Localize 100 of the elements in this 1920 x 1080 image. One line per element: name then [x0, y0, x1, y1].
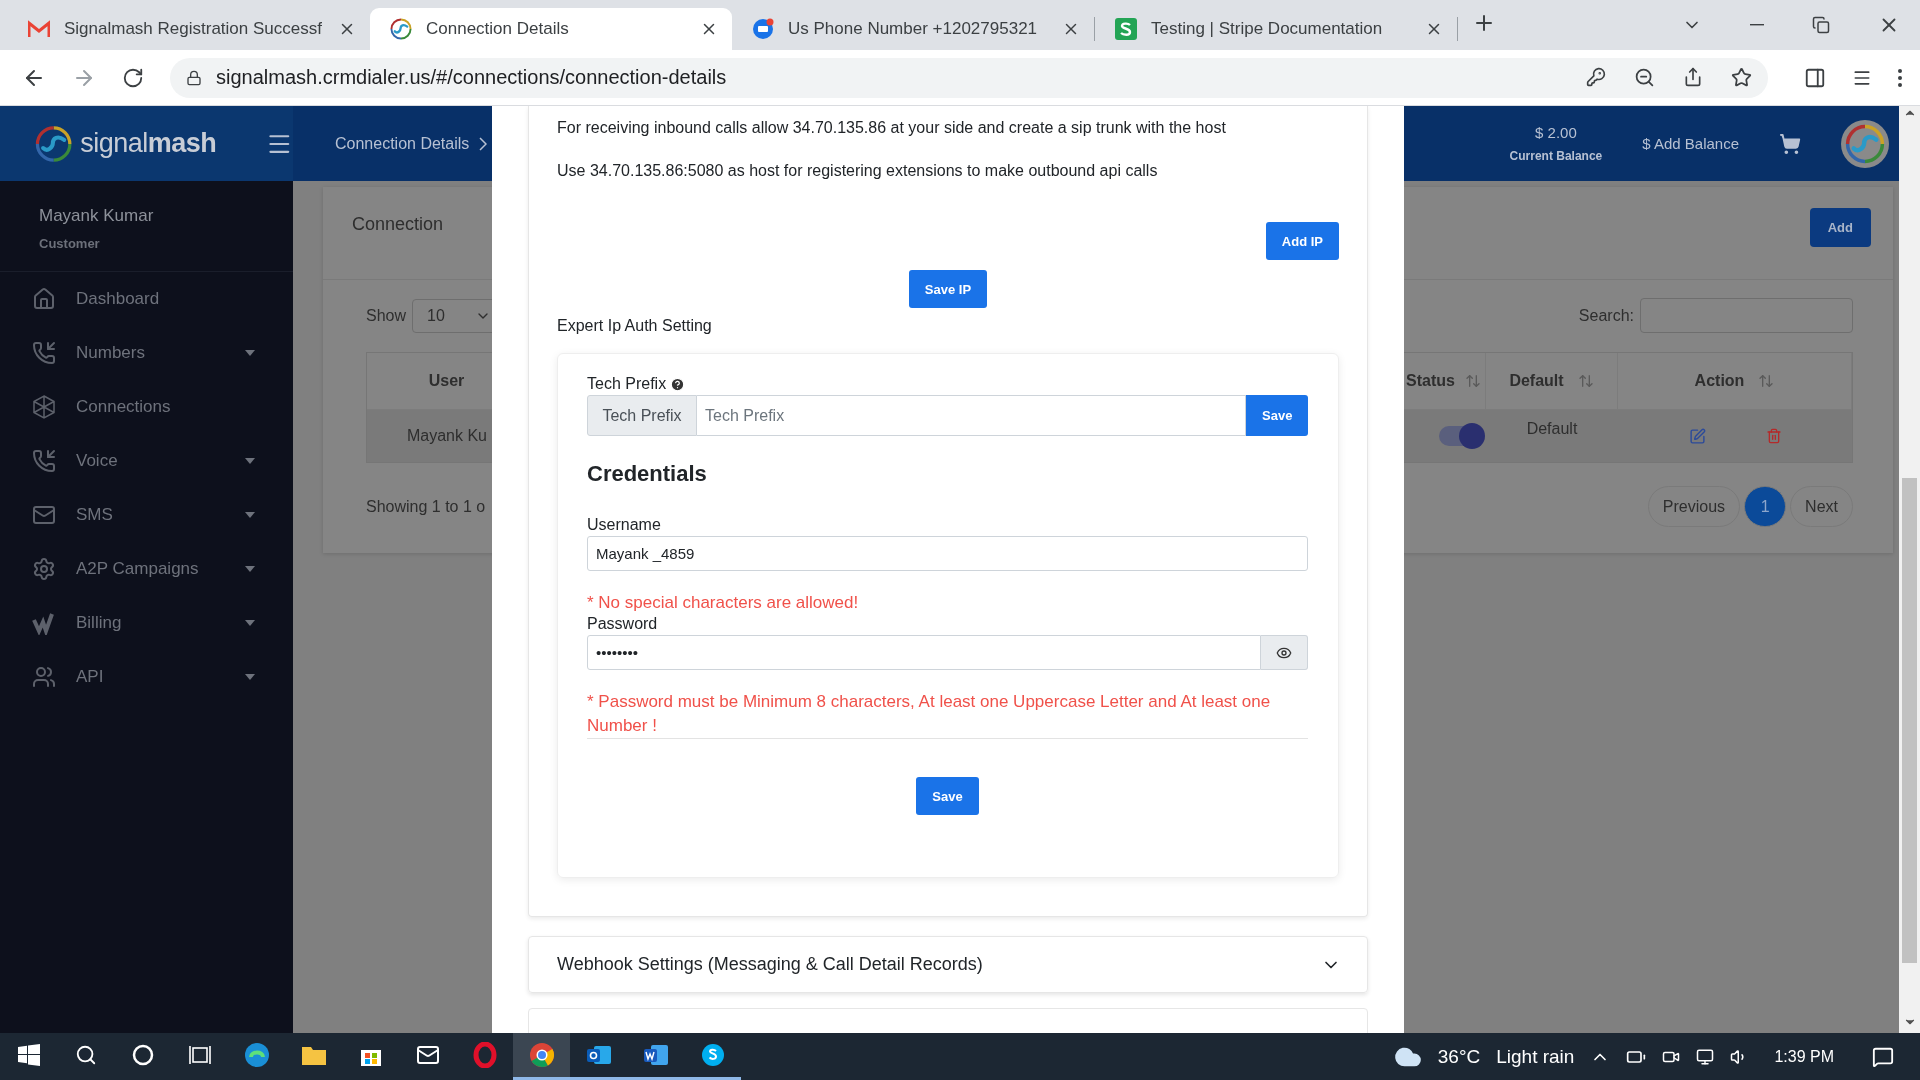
weather-text: Light rain — [1496, 1045, 1575, 1068]
sort-icon — [1465, 373, 1481, 389]
field-label: Username — [587, 516, 662, 534]
field-label: Tech Prefix — [587, 375, 667, 393]
error-text: * No special characters are allowed! — [587, 592, 860, 614]
user-role: Customer — [39, 236, 101, 251]
save-ip-button[interactable]: Save IP — [908, 270, 988, 308]
username-field[interactable]: Mayank _4859 — [587, 536, 1308, 571]
error-text: * Password must be Minimum 8 characters, At least one Uppercase Letter and At least one Number ! — [587, 690, 1308, 739]
sidebar-item[interactable]: Voice — [0, 434, 293, 488]
lock-icon — [186, 69, 202, 86]
reload-icon — [122, 66, 144, 89]
browser-tab[interactable]: Us Phone Number +1202795321 — [732, 8, 1094, 50]
address-field[interactable]: signalmash.crmdialer.us/#/connections/connection-details — [170, 57, 1768, 98]
accordion-header[interactable]: Webhook Settings (Messaging & Call Detail Records) — [528, 936, 1368, 993]
sidebar-item[interactable]: Billing — [0, 596, 293, 650]
chrome-logo-icon — [528, 1042, 555, 1068]
circle-icon[interactable] — [131, 1044, 154, 1066]
network-icon — [1696, 1047, 1715, 1066]
side-panel-icon — [1804, 66, 1826, 89]
add-ip-button[interactable]: Add IP — [1265, 222, 1339, 260]
sort-icon — [1577, 373, 1594, 389]
avatar[interactable] — [1841, 119, 1889, 168]
show-label: Show — [366, 306, 407, 325]
users-icon — [32, 665, 56, 689]
search-icon — [74, 1044, 97, 1066]
card-title: Connection — [352, 214, 444, 235]
save-button[interactable]: Save — [1246, 395, 1308, 436]
notifications-icon — [1872, 1045, 1894, 1068]
chevron-right-icon — [479, 136, 488, 151]
status-toggle[interactable] — [1439, 426, 1483, 446]
browser-icon — [243, 1042, 270, 1068]
breadcrumb-link[interactable]: Connection Details — [335, 134, 488, 153]
sidebar-item[interactable]: Numbers — [0, 326, 293, 380]
key-icon — [1586, 67, 1606, 87]
input-addon: Tech Prefix — [587, 395, 697, 436]
envelope-app-icon — [585, 1043, 612, 1067]
browser-tab[interactable]: Connection Details — [370, 8, 732, 50]
phone-icon — [32, 341, 56, 365]
password-field[interactable]: •••••••• — [587, 635, 1261, 670]
add-balance-link[interactable]: $ Add Balance — [1642, 135, 1739, 152]
mail-logo-icon — [28, 20, 50, 38]
sidebar-item[interactable]: Connections — [0, 380, 293, 434]
billing-icon — [32, 611, 56, 635]
caret-icon — [245, 350, 255, 356]
chat-app-icon — [700, 1043, 725, 1067]
home-icon — [32, 287, 56, 311]
balance-amount: $ 2.00 — [1535, 124, 1577, 141]
caret-icon — [245, 566, 255, 572]
search-label: Search: — [1578, 306, 1634, 325]
star-icon — [1731, 67, 1752, 88]
zoom-out-icon — [1634, 67, 1655, 88]
table-cell: Default — [1486, 409, 1618, 462]
caret-icon — [245, 512, 255, 518]
restore-icon — [1812, 16, 1830, 34]
sort-icon — [1758, 373, 1775, 389]
cart-icon — [1779, 132, 1801, 155]
page-button[interactable]: 1 — [1744, 486, 1787, 527]
browser-tab[interactable]: Signalmash Registration Successf — [8, 8, 370, 50]
sidebar-item[interactable]: A2P Campaigns — [0, 542, 293, 596]
section-title: Expert Ip Auth Setting — [557, 317, 713, 335]
table-info: Showing 1 to 1 o — [366, 497, 486, 516]
save-button[interactable]: Save — [916, 777, 979, 815]
more-icon[interactable] — [1898, 68, 1902, 87]
edit-icon — [1688, 427, 1706, 445]
caret-icon — [245, 458, 255, 464]
hexagon-icon — [32, 395, 56, 419]
trash-icon — [1765, 428, 1782, 444]
user-name: Mayank Kumar — [39, 206, 155, 226]
brand-name: signalmash — [80, 128, 217, 159]
balance-label: Current Balance — [1509, 149, 1603, 163]
tech-prefix-field[interactable]: Tech Prefix — [697, 395, 1246, 436]
sidebar-item[interactable]: Dashboard — [0, 272, 293, 326]
gear-icon — [32, 557, 56, 581]
sidebar-item[interactable]: API — [0, 650, 293, 704]
site-logo-icon — [390, 18, 412, 40]
logo-icon — [1845, 123, 1885, 164]
minimize-icon[interactable] — [1750, 24, 1764, 26]
envelope-icon — [32, 503, 56, 527]
document-app-icon — [642, 1043, 669, 1067]
show-password-button[interactable] — [1261, 635, 1308, 670]
share-icon — [1683, 67, 1703, 87]
add-button[interactable]: Add — [1809, 208, 1871, 247]
help-icon — [670, 376, 686, 392]
caret-icon — [245, 674, 255, 680]
chat-bubble-icon — [752, 18, 774, 40]
temperature-text: 36°C — [1437, 1045, 1481, 1068]
sidebar-item[interactable]: SMS — [0, 488, 293, 542]
stripe-logo-icon — [1115, 18, 1137, 40]
task-view-icon[interactable] — [188, 1045, 211, 1065]
phone-icon — [32, 449, 56, 473]
info-text: For receiving inbound calls allow 34.70.135.86 at your side and create a sip trunk with the host — [557, 118, 1227, 138]
envelope-icon — [415, 1043, 440, 1067]
browser-tab[interactable]: Testing | Stripe Documentation — [1095, 8, 1457, 50]
clock-text: 1:39 PM — [1774, 1047, 1834, 1066]
field-label: Password — [587, 615, 659, 633]
folder-icon — [300, 1044, 327, 1066]
scrollbar-thumb[interactable] — [1902, 478, 1917, 963]
ring-logo-icon — [472, 1042, 497, 1068]
section-heading: Credentials — [587, 461, 708, 487]
